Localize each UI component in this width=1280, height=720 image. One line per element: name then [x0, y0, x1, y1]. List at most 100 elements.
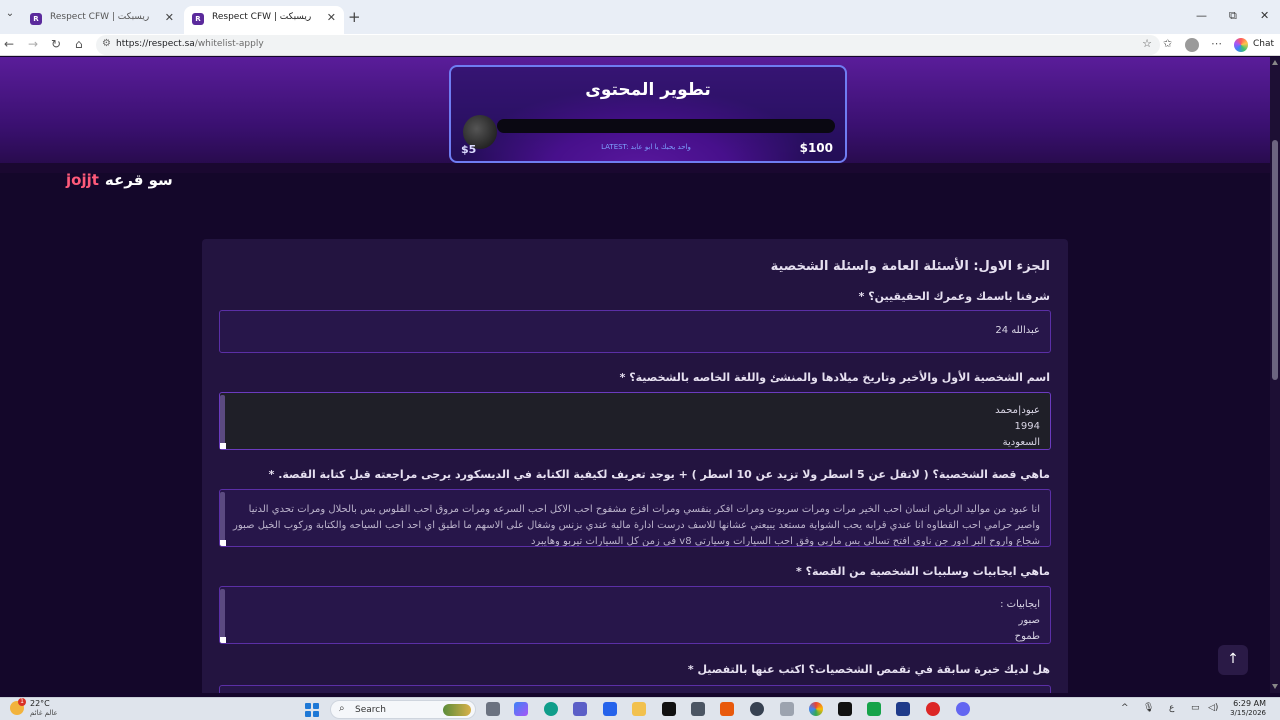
- clock-date[interactable]: 3/15/2026: [1222, 709, 1266, 717]
- answer-text: عبود|محمد 1994 السعودية: [995, 403, 1040, 451]
- scroll-down-arrow-icon[interactable]: [1272, 684, 1278, 689]
- answer-text: عبدالله 24: [995, 325, 1040, 336]
- goal-min-amount: $5: [461, 143, 477, 156]
- copilot-app-icon[interactable]: [514, 702, 528, 716]
- xbox-icon[interactable]: [780, 702, 794, 716]
- latest-donation-text: LATEST: واحد يحبك يا ابو عابد: [601, 143, 691, 151]
- weather-description[interactable]: عالم غائم: [30, 709, 58, 717]
- answer-line: صبور: [1018, 615, 1040, 626]
- search-label: Search: [355, 705, 386, 715]
- overlay-title: تطوير المحتوى: [585, 80, 711, 100]
- goal-max-amount: $100: [799, 141, 833, 155]
- close-window-button[interactable]: ✕: [1260, 9, 1269, 22]
- logo-text: سو قرعه: [104, 171, 173, 189]
- textarea-rail: [220, 492, 225, 546]
- keyboard-language[interactable]: ع: [1169, 703, 1174, 713]
- search-highlight-art: [443, 704, 471, 716]
- edge-browser-icon[interactable]: [544, 702, 558, 716]
- file-explorer-icon[interactable]: [632, 702, 646, 716]
- discord-icon[interactable]: [956, 702, 970, 716]
- maximize-button[interactable]: ⧉: [1229, 9, 1237, 23]
- tiktok-icon[interactable]: [662, 702, 676, 716]
- url-path: /whitelist-apply: [194, 39, 264, 49]
- answer-text: انا عبود من مواليد الرياض انسان احب الخي…: [233, 504, 1040, 547]
- settings-gear-icon[interactable]: [750, 702, 764, 716]
- microphone-icon[interactable]: 🎙: [1143, 703, 1154, 713]
- windows-taskbar: 1 22°C عالم غائم ⌕ Search ^ 🎙 ع ▭ ◁) 6:2…: [0, 697, 1280, 720]
- clock-time[interactable]: 6:29 AM: [1228, 699, 1266, 708]
- answer-field-name-age[interactable]: عبدالله 24: [219, 310, 1051, 353]
- new-tab-button[interactable]: +: [348, 8, 361, 26]
- youtube-music-icon[interactable]: [926, 702, 940, 716]
- resize-handle[interactable]: [220, 637, 226, 643]
- copilot-icon[interactable]: [1234, 38, 1248, 52]
- donation-goal-overlay: تطوير المحتوى LATEST: واحد يحبك يا ابو ع…: [449, 65, 847, 163]
- reload-icon[interactable]: ↻: [51, 37, 61, 51]
- windows-start-icon[interactable]: [305, 703, 319, 717]
- answer-textarea-pros-cons[interactable]: ايجابيات : صبور طموح: [219, 586, 1051, 644]
- chat-button[interactable]: Chat: [1253, 39, 1274, 49]
- scroll-thumb[interactable]: [1272, 140, 1278, 380]
- url-text[interactable]: https://respect.sa/whitelist-apply: [116, 39, 264, 49]
- bookmark-star-icon[interactable]: ☆: [1142, 37, 1152, 50]
- steam-icon[interactable]: [896, 702, 910, 716]
- forward-arrow-icon[interactable]: →: [28, 37, 38, 51]
- section-title: الجزء الاول: الأسئلة العامة واسئلة الشخص…: [770, 259, 1050, 274]
- tray-chevron-icon[interactable]: ^: [1121, 703, 1129, 713]
- url-host: https://respect.sa: [116, 39, 195, 49]
- store-icon[interactable]: [691, 702, 705, 716]
- redacted-bar: [497, 119, 835, 133]
- tab-respect-2-active[interactable]: R Respect CFW | ريسبكت ✕: [184, 6, 344, 34]
- more-menu-icon[interactable]: ⋯: [1211, 37, 1222, 50]
- whitelist-form-card: الجزء الاول: الأسئلة العامة واسئلة الشخص…: [202, 239, 1068, 693]
- question-label-name-age: شرفنا باسمك وعمرك الحقيقيين؟ *: [858, 290, 1050, 303]
- brave-icon[interactable]: [720, 702, 734, 716]
- minecraft-icon[interactable]: [867, 702, 881, 716]
- home-icon[interactable]: ⌂: [75, 37, 83, 51]
- resize-handle[interactable]: [220, 443, 226, 449]
- answer-textarea-story[interactable]: انا عبود من مواليد الرياض انسان احب الخي…: [219, 489, 1051, 547]
- site-info-icon[interactable]: ⚙: [102, 38, 111, 49]
- weather-temperature[interactable]: 22°C: [30, 699, 50, 708]
- search-icon: ⌕: [339, 703, 345, 714]
- minimize-button[interactable]: —: [1196, 9, 1207, 22]
- network-icon[interactable]: ▭: [1191, 703, 1200, 713]
- answer-line: 1994: [1014, 421, 1040, 432]
- textarea-rail: [220, 395, 225, 449]
- scroll-up-arrow-icon[interactable]: [1272, 60, 1278, 65]
- x-icon[interactable]: [838, 702, 852, 716]
- answer-line: عبود|محمد: [995, 405, 1040, 416]
- question-label-rp-experience: هل لديك خبرة سابقة في تقمص الشخصيات؟ اكت…: [687, 663, 1050, 676]
- notification-badge: 1: [18, 698, 26, 706]
- logo-tag: jojjt: [66, 171, 99, 189]
- question-label-story: ماهي قصة الشخصية؟ ( لاتقل عن 5 اسطر ولا …: [268, 468, 1050, 481]
- back-to-top-button[interactable]: ↑: [1218, 645, 1248, 675]
- hero-bottom-bar: [0, 163, 1270, 173]
- volume-icon[interactable]: ◁): [1208, 703, 1218, 713]
- answer-text: ايجابيات : صبور طموح: [1000, 597, 1040, 643]
- tab-title: Respect CFW | ريسبكت: [50, 12, 150, 22]
- tab-close-icon[interactable]: ✕: [327, 11, 336, 24]
- answer-line: السعودية: [1002, 437, 1040, 448]
- favorites-icon[interactable]: ✩: [1163, 37, 1172, 50]
- site-logo[interactable]: jojjt سو قرعه: [66, 171, 173, 189]
- answer-textarea-rp-experience[interactable]: [219, 685, 1051, 693]
- question-label-character-info: اسم الشخصية الأول والأخير وتاريخ ميلادها…: [619, 371, 1050, 384]
- outlook-icon[interactable]: [603, 702, 617, 716]
- back-arrow-icon[interactable]: ←: [4, 37, 14, 51]
- teams-icon[interactable]: [573, 702, 587, 716]
- address-bar[interactable]: ⚙ https://respect.sa/whitelist-apply ☆: [96, 35, 1160, 55]
- respect-favicon-icon: R: [30, 13, 42, 25]
- resize-handle[interactable]: [220, 540, 226, 546]
- screen: ⌄ R Respect CFW | ريسبكت ✕ R Respect CFW…: [0, 0, 1280, 720]
- taskbar-search[interactable]: ⌕ Search: [330, 700, 476, 719]
- answer-line: ايجابيات :: [1000, 599, 1040, 610]
- tab-search-chevron-icon[interactable]: ⌄: [2, 8, 18, 24]
- web-page: jojjt سو قرعه تطوير المحتوى LATEST: واحد …: [0, 57, 1270, 693]
- answer-textarea-character-info[interactable]: عبود|محمد 1994 السعودية: [219, 392, 1051, 450]
- chrome-icon[interactable]: [809, 702, 823, 716]
- tab-close-icon[interactable]: ✕: [165, 11, 174, 24]
- tab-respect-1[interactable]: R Respect CFW | ريسبكت ✕: [22, 6, 182, 34]
- profile-avatar[interactable]: [1185, 38, 1199, 52]
- task-view-icon[interactable]: [486, 702, 500, 716]
